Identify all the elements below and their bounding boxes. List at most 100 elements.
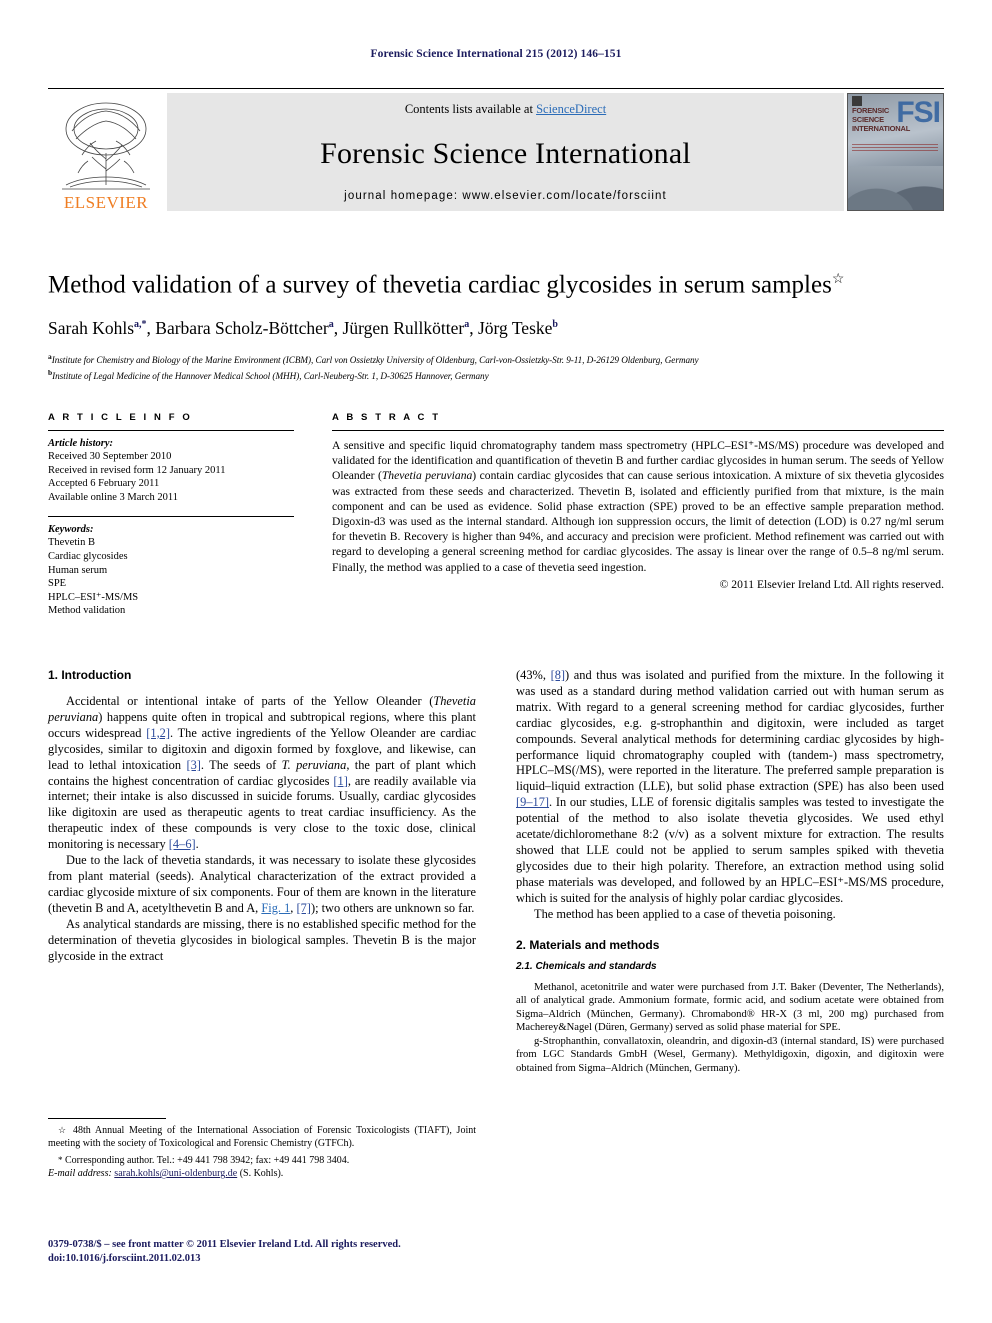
page-title: Method validation of a survey of theveti… <box>48 265 944 300</box>
history-item: Received 30 September 2010 <box>48 451 172 462</box>
elsevier-tree-icon <box>52 99 160 193</box>
cover-line-3: INTERNATIONAL <box>852 124 911 133</box>
keyword-item: HPLC–ESI⁺-MS/MS <box>48 591 139 603</box>
running-head: Forensic Science International 215 (2012… <box>370 48 622 60</box>
intro-paragraph-2: Due to the lack of thevetia standards, i… <box>48 853 476 917</box>
keyword-item: SPE <box>48 578 67 590</box>
section-heading-materials: 2. Materials and methods <box>516 937 660 952</box>
citation-ref-1[interactable]: [1] <box>333 774 347 788</box>
affiliation-a: aInstitute for Chemistry and Biology of … <box>48 351 944 367</box>
article-info-rule <box>48 430 294 431</box>
chemicals-paragraph-1: Methanol, acetonitrile and water were pu… <box>516 981 944 1034</box>
article-page: Forensic Science International 215 (2012… <box>0 0 992 1323</box>
footnote-marker-star: ☆ <box>58 1125 69 1135</box>
doi-line[interactable]: doi:10.1016/j.forsciint.2011.02.013 <box>48 1252 548 1266</box>
elsevier-logo: ELSEVIER <box>48 93 164 211</box>
abstract-species-name: Thevetia peruviana <box>381 469 473 483</box>
cover-titlewords: FORENSIC SCIENCE INTERNATIONAL <box>852 106 910 133</box>
footnotes-block: ☆ 48th Annual Meeting of the Internation… <box>48 1118 476 1184</box>
corresponding-author-text: Corresponding author. Tel.: +49 441 798 … <box>65 1155 350 1166</box>
right-p1-b: ) and thus was isolated and purified fro… <box>516 668 944 794</box>
journal-cover-thumbnail: FSI FORENSIC SCIENCE INTERNATIONAL <box>847 93 944 211</box>
email-link[interactable]: sarah.kohls@uni-oldenburg.de <box>114 1168 237 1179</box>
keywords-heading: Keywords: <box>48 524 94 536</box>
footnote-rule <box>48 1118 166 1119</box>
history-item: Received in revised form 12 January 2011 <box>48 464 226 476</box>
sciencedirect-link[interactable]: ScienceDirect <box>536 102 606 116</box>
intro-paragraph-3: As analytical standards are missing, the… <box>48 916 476 963</box>
section-heading-introduction: 1. Introduction <box>48 668 132 682</box>
author-name: Jörg Teske <box>477 318 553 339</box>
abstract-column: A B S T R A C T A sensitive and specific… <box>332 412 944 630</box>
citation-ref-4-6[interactable]: [4–6] <box>169 837 196 851</box>
journal-masthead: ELSEVIER Contents lists available at Sci… <box>48 88 944 211</box>
author-name: Sarah Kohls <box>48 318 135 339</box>
email-owner: (S. Kohls). <box>239 1168 284 1179</box>
abstract-label: A B S T R A C T <box>332 412 441 423</box>
body-column-right: (43%, [8]) and thus was isolated and pur… <box>516 668 944 1076</box>
contents-line: Contents lists available at ScienceDirec… <box>405 102 606 117</box>
article-history-heading: Article history: <box>48 438 114 449</box>
masthead-center-panel: Contents lists available at ScienceDirec… <box>167 93 844 211</box>
elsevier-wordmark: ELSEVIER <box>63 193 149 212</box>
cover-line-1: FORENSIC <box>852 106 890 115</box>
title-block: Method validation of a survey of theveti… <box>48 265 944 382</box>
intro-p1-species2: T. peruviana <box>281 757 347 772</box>
article-history-group: Article history: Received 30 September 2… <box>48 438 294 504</box>
author-name: Barbara Scholz-Böttcher <box>155 318 329 339</box>
info-abstract-row: A R T I C L E I N F O Article history: R… <box>48 412 944 630</box>
author-list: Sarah Kohlsa,*, Barbara Scholz-Böttchera… <box>48 318 558 339</box>
abstract-text: A sensitive and specific liquid chromato… <box>332 438 944 575</box>
cover-textblock <box>852 144 938 152</box>
cover-corner-mark <box>852 96 862 106</box>
body-columns: 1. Introduction Accidental or intentiona… <box>48 668 944 1076</box>
keyword-item: Thevetin B <box>48 537 95 549</box>
footnote-conference-text: 48th Annual Meeting of the International… <box>48 1125 476 1149</box>
intro-p1-d: . The seeds of <box>200 757 282 772</box>
contents-prefix: Contents lists available at <box>404 102 537 116</box>
intro-paragraph-1: Accidental or intentional intake of part… <box>48 694 476 853</box>
citation-ref-3[interactable]: [3] <box>186 758 200 772</box>
article-info-column: A R T I C L E I N F O Article history: R… <box>48 412 294 630</box>
citation-ref-7[interactable]: [7] <box>296 901 310 915</box>
author-affil-marker[interactable]: a,* <box>134 319 147 330</box>
footnote-conference: ☆ 48th Annual Meeting of the Internation… <box>48 1124 476 1150</box>
affiliation-b: bInstitute of Legal Medicine of the Hann… <box>48 367 944 383</box>
affiliation-a-text: Institute for Chemistry and Biology of t… <box>51 355 699 366</box>
colophon: 0379-0738/$ – see front matter © 2011 El… <box>48 1238 548 1265</box>
footnote-corresponding-author: * Corresponding author. Tel.: +49 441 79… <box>48 1154 476 1180</box>
issn-copyright-line: 0379-0738/$ – see front matter © 2011 El… <box>48 1239 401 1250</box>
subsection-heading-chemicals: 2.1. Chemicals and standards <box>516 960 657 972</box>
author-name: Jürgen Rullkötter <box>342 318 465 339</box>
figure-1-link[interactable]: Fig. 1 <box>261 901 290 915</box>
title-footnote-marker[interactable]: ☆ <box>832 272 845 287</box>
right-p1-a: (43%, <box>516 668 551 682</box>
masthead-top-rule <box>48 88 944 89</box>
history-item: Accepted 6 February 2011 <box>48 478 160 490</box>
abstract-rule <box>332 430 944 431</box>
citation-ref-9-17[interactable]: [9–17] <box>516 795 549 809</box>
intro-p1-g: . <box>195 837 199 852</box>
history-item: Available online 3 March 2011 <box>48 491 179 503</box>
keyword-item: Cardiac glycosides <box>48 550 128 562</box>
cover-artwork <box>848 166 943 210</box>
footnote-marker-asterisk: * <box>58 1155 63 1165</box>
email-label: E-mail address: <box>48 1168 112 1179</box>
author-affil-marker[interactable]: b <box>552 319 558 330</box>
chemicals-paragraph-2: g-Strophanthin, convallatoxin, oleandrin… <box>516 1035 944 1075</box>
citation-ref-1-2[interactable]: [1,2] <box>146 726 170 740</box>
author-affil-marker[interactable]: a <box>329 319 334 330</box>
right-paragraph-2: The method has been applied to a case of… <box>534 906 836 921</box>
intro-p2-c: ); two others are unknown so far. <box>310 900 475 915</box>
keywords-rule <box>48 516 294 518</box>
paper-title-text: Method validation of a survey of theveti… <box>48 271 832 299</box>
journal-homepage[interactable]: journal homepage: www.elsevier.com/locat… <box>344 190 667 202</box>
abstract-copyright: © 2011 Elsevier Ireland Ltd. All rights … <box>719 577 944 591</box>
citation-ref-8[interactable]: [8] <box>551 668 565 682</box>
keyword-item: Method validation <box>48 605 126 617</box>
right-paragraph-1: (43%, [8]) and thus was isolated and pur… <box>516 668 944 907</box>
author-affil-marker[interactable]: a <box>464 319 469 330</box>
affiliation-b-text: Institute of Legal Medicine of the Hanno… <box>52 370 489 381</box>
intro-p1-a: Accidental or intentional intake of part… <box>66 694 434 708</box>
cover-line-2: SCIENCE <box>852 115 884 124</box>
